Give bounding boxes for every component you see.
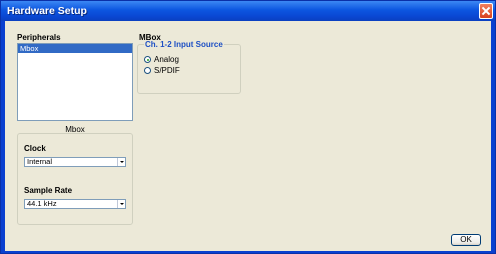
radio-unselected-icon[interactable] (144, 67, 151, 74)
sample-rate-select-value: 44.1 kHz (27, 199, 57, 208)
clock-select-value: Internal (27, 157, 53, 166)
chevron-down-icon[interactable] (117, 200, 125, 208)
window-title: Hardware Setup (7, 5, 87, 17)
close-icon[interactable] (479, 3, 493, 19)
radio-selected-icon[interactable] (144, 56, 151, 63)
hardware-setup-window: Hardware Setup Peripherals MBox Mbox Mbo… (0, 0, 496, 254)
peripherals-label: Peripherals (17, 33, 61, 42)
chevron-down-icon[interactable] (117, 158, 125, 166)
sample-rate-select[interactable]: 44.1 kHz (24, 199, 126, 209)
clock-label: Clock (24, 144, 46, 153)
input-source-label: Ch. 1-2 Input Source (144, 40, 224, 49)
input-source-group: Ch. 1-2 Input Source Analog S/PDIF (137, 40, 241, 94)
titlebar[interactable]: Hardware Setup (1, 1, 495, 21)
ok-button[interactable]: OK (451, 234, 481, 246)
list-item[interactable]: Mbox (18, 44, 132, 53)
clock-group: Clock Internal Sample Rate 44.1 kHz (17, 133, 133, 225)
clock-select[interactable]: Internal (24, 157, 126, 167)
radio-spdif-label: S/PDIF (154, 66, 180, 75)
radio-analog-label: Analog (154, 55, 179, 64)
sample-rate-label: Sample Rate (24, 186, 73, 195)
dialog-body: Peripherals MBox Mbox Mbox Clock Interna… (5, 21, 491, 251)
peripherals-list[interactable]: Mbox (17, 43, 133, 121)
